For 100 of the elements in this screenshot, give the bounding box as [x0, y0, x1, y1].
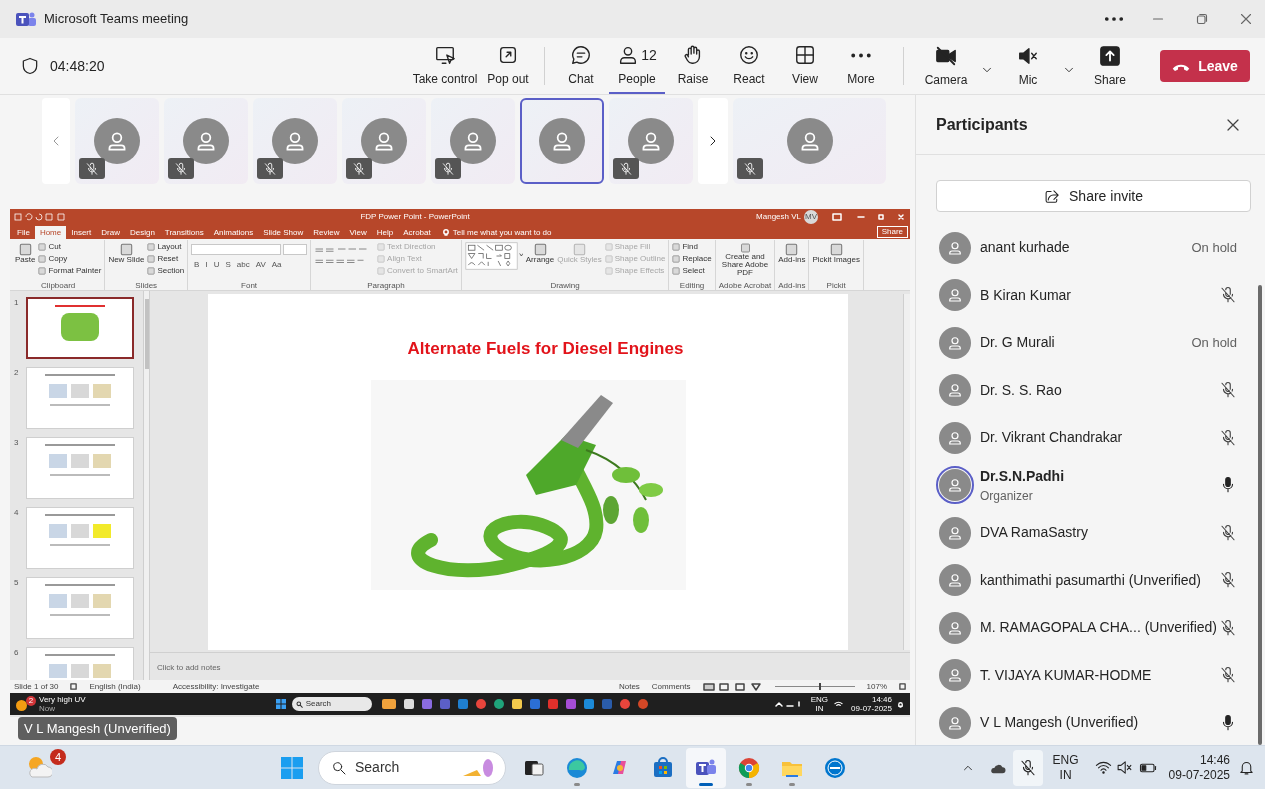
participant-row[interactable]: kanthimathi pasumarthi (Unverified) — [916, 556, 1265, 604]
ribbon-button[interactable]: Section — [147, 265, 185, 277]
speaker-muted-icon[interactable] — [1115, 759, 1133, 776]
ribbon-button[interactable]: Layout — [147, 241, 185, 253]
clock-time[interactable]: 14:46 — [871, 695, 892, 704]
participant-row[interactable]: Dr. G Murali On hold — [916, 319, 1265, 367]
language-indicator[interactable]: English (India) — [89, 680, 141, 693]
zoom-level[interactable]: 107% — [866, 680, 887, 693]
ribbon-button[interactable]: Copy — [38, 253, 102, 265]
participant-row[interactable]: B Kiran Kumar — [916, 271, 1265, 319]
comments-button[interactable]: Comments — [651, 680, 691, 693]
ribbon-tab[interactable]: File — [12, 226, 35, 239]
ribbon-tab[interactable]: View — [344, 226, 372, 239]
participant-row[interactable]: Dr.S.N.Padhi Organizer — [916, 461, 1265, 509]
scrollbar[interactable] — [1258, 285, 1262, 745]
clock-date[interactable]: 09-07-2025 — [851, 704, 892, 713]
ribbon-tab[interactable]: Acrobat — [398, 226, 436, 239]
video-tile[interactable] — [75, 98, 159, 184]
participant-row[interactable]: Dr. Vikrant Chandrakar — [916, 414, 1265, 462]
ribbon-tab[interactable]: Home — [34, 226, 67, 239]
share-button[interactable]: Share — [876, 226, 908, 238]
device-button[interactable]: Camera — [918, 38, 974, 94]
font-style-button[interactable]: Aa — [268, 259, 285, 271]
react-button[interactable]: React — [721, 38, 777, 94]
participant-status: On hold — [1191, 334, 1237, 352]
ribbon-button[interactable]: Find — [672, 241, 712, 253]
ribbon-button[interactable]: Pickit Images — [812, 241, 860, 277]
font-style-button[interactable]: abc — [233, 259, 253, 271]
more-icon[interactable] — [1105, 17, 1123, 21]
ribbon-button[interactable]: Cut — [38, 241, 102, 253]
taskbar-app[interactable] — [686, 747, 726, 788]
ribbon-tab[interactable]: Transitions — [159, 226, 209, 239]
video-tile[interactable] — [431, 98, 515, 184]
shapes-gallery-icon[interactable] — [464, 241, 523, 271]
ribbon-group-label: Drawing — [550, 281, 580, 290]
ribbon-tab[interactable]: Help — [371, 226, 399, 239]
share-invite-button[interactable]: Share invite — [936, 180, 1251, 212]
zoom-thumb[interactable] — [818, 683, 821, 690]
device-button[interactable]: Share — [1082, 38, 1138, 94]
video-tile[interactable] — [609, 98, 693, 184]
search-field[interactable]: Search — [291, 697, 372, 711]
ribbon-button[interactable]: New Slide — [108, 241, 145, 277]
ribbon-button[interactable]: Reset — [147, 253, 185, 265]
notes-button[interactable]: Notes — [618, 680, 640, 693]
video-tile[interactable] — [733, 98, 886, 184]
language-indicator[interactable]: IN — [1059, 767, 1072, 783]
take-control-button[interactable]: Take control — [410, 38, 480, 94]
participant-row[interactable]: V L Mangesh (Unverified) — [916, 699, 1265, 747]
font-size-field[interactable] — [283, 244, 308, 255]
language-indicator[interactable]: ENG — [810, 695, 829, 704]
font-name-field[interactable] — [191, 244, 282, 255]
video-tile[interactable] — [253, 98, 337, 184]
slide-thumbnail[interactable] — [26, 297, 134, 359]
video-tile[interactable] — [342, 98, 426, 184]
leave-button[interactable]: Leave — [1160, 50, 1250, 82]
wifi-icon[interactable] — [1094, 759, 1112, 776]
accessibility-indicator[interactable]: Accessibility: Investigate — [172, 680, 260, 693]
raise-button[interactable]: Raise — [665, 38, 721, 94]
windows-logo-icon[interactable] — [275, 699, 286, 709]
font-style-button[interactable]: I — [202, 259, 211, 271]
language-indicator[interactable]: IN — [815, 704, 824, 713]
notes-placeholder[interactable]: Click to add notes — [157, 662, 221, 674]
ribbon-tab[interactable]: Insert — [66, 226, 97, 239]
ribbon-tab[interactable]: Design — [124, 226, 160, 239]
scrollbar[interactable] — [143, 291, 150, 680]
video-tile[interactable] — [520, 98, 604, 184]
font-style-button[interactable]: S — [222, 259, 234, 271]
notification-bell-icon[interactable] — [1238, 759, 1255, 776]
tell-me-field[interactable]: Tell me what you want to do — [452, 226, 552, 239]
device-button[interactable]: Mic — [1000, 38, 1056, 94]
chat-button[interactable]: Chat — [553, 38, 609, 94]
ribbon-button[interactable]: Format Painter — [38, 265, 102, 277]
search-field[interactable]: Search — [318, 750, 506, 785]
view-button[interactable]: View — [777, 38, 833, 94]
ribbon-tab[interactable]: Review — [308, 226, 345, 239]
participant-row[interactable]: M. RAMAGOPALA CHA... (Unverified) — [916, 604, 1265, 652]
ribbon-button[interactable]: Arrange — [525, 241, 555, 277]
ribbon-tab[interactable]: Slide Show — [258, 226, 309, 239]
ribbon-button[interactable]: Replace — [672, 253, 712, 265]
participant-row[interactable]: Dr. S. S. Rao — [916, 366, 1265, 414]
mic-tray-button[interactable] — [1012, 749, 1043, 786]
ribbon-button[interactable]: Create and Share Adobe PDF — [719, 241, 771, 277]
ribbon-button[interactable]: Select — [672, 265, 712, 277]
pop-out-button[interactable]: Pop out — [480, 38, 536, 94]
font-style-button[interactable]: U — [210, 259, 223, 271]
ribbon-tab[interactable]: Draw — [96, 226, 125, 239]
font-style-button[interactable]: AV — [252, 259, 269, 271]
language-indicator[interactable]: ENG — [1052, 752, 1079, 768]
clock-time[interactable]: 14:46 — [1199, 752, 1230, 768]
ribbon-button[interactable]: Add-ins — [778, 241, 806, 277]
ribbon-button[interactable]: Paste — [15, 241, 36, 277]
more-button[interactable]: More — [833, 38, 889, 94]
participant-row[interactable]: anant kurhade On hold — [916, 224, 1265, 272]
video-tile[interactable] — [164, 98, 248, 184]
font-style-button[interactable]: B — [191, 259, 203, 271]
clock-date[interactable]: 09-07-2025 — [1168, 767, 1230, 783]
ribbon-tab[interactable]: Animations — [208, 226, 259, 239]
participant-row[interactable]: T. VIJAYA KUMAR-HODME — [916, 651, 1265, 699]
participant-row[interactable]: DVA RamaSastry — [916, 509, 1265, 557]
scrollbar[interactable] — [903, 294, 910, 650]
